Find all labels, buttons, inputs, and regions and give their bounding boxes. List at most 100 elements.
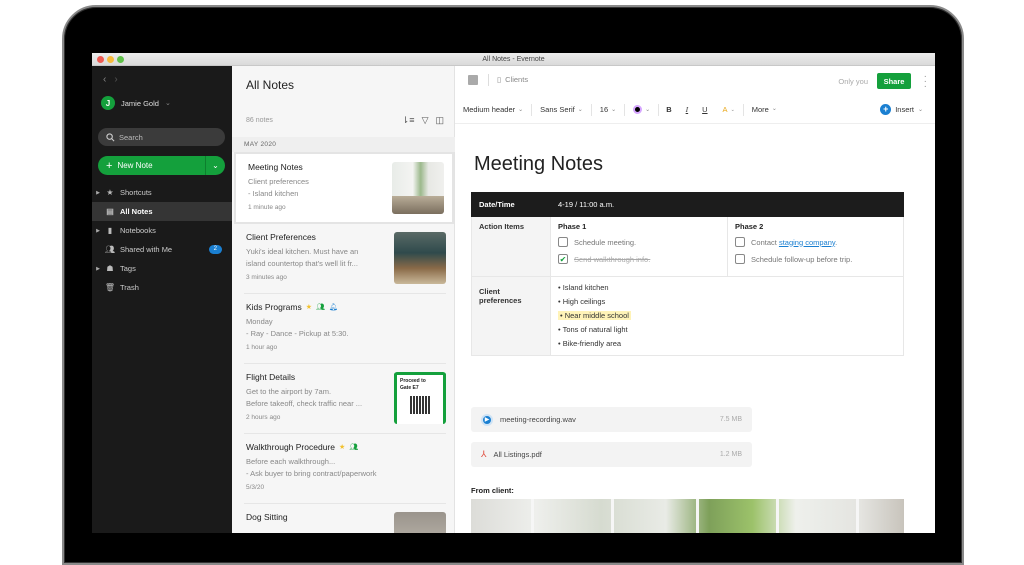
pdf-icon: ⅄ [481,449,487,459]
search-input[interactable]: Search [98,128,225,146]
more-options-icon[interactable]: · · · [924,72,927,92]
client-preferences-label: Client preferences [471,276,551,356]
note-table: Date/Time 4-19 / 11:00 a.m. Action Items… [471,192,904,356]
datetime-value[interactable]: 4-19 / 11:00 a.m. [550,192,904,217]
note-card[interactable]: Walkthrough Procedure ★ 👥︎ Before each w… [234,434,454,504]
sidebar-item-label: Shortcuts [120,188,152,197]
font-dropdown[interactable]: Sans Serif ⌄ [532,103,592,116]
sidebar-item-tags[interactable]: ▶ ☗ Tags [92,259,232,278]
new-note-button[interactable]: + New Note ⌄ [98,156,225,175]
sidebar-item-shared-with-me[interactable]: 👥︎ Shared with Me 2 [92,240,232,259]
italic-button[interactable]: I [679,105,696,114]
note-editor: ▯ Clients Only you Share · · · Medium heade… [455,66,935,533]
close-window-button[interactable] [97,56,104,63]
note-title[interactable]: Meeting Notes [474,153,603,176]
note-card-snippet: Yuki's ideal kitchen. Must have an [246,247,359,256]
ticket-text: Gate E7 [400,385,419,391]
note-card[interactable]: Flight Details Get to the airport by 7am… [234,364,454,434]
sidebar-item-label: Tags [120,264,136,273]
note-card-title: Flight Details [246,372,296,382]
formatting-toolbar: Medium header ⌄ Sans Serif ⌄ 16 ⌄ ⌄ B I U A… [455,96,935,124]
expand-arrow-icon[interactable]: ▶ [92,266,104,272]
note-card-title: Meeting Notes [248,162,303,172]
search-placeholder: Search [119,132,143,142]
from-client-label: From client: [471,486,514,495]
expand-arrow-icon[interactable]: ▶ [92,228,104,234]
more-dropdown[interactable]: More ⌄ [744,105,785,114]
checkbox[interactable] [735,237,745,247]
sidebar-item-all-notes[interactable]: ▤ All Notes [92,202,232,221]
note-card[interactable]: Meeting Notes Client preferences - Islan… [234,152,454,224]
color-swatch-icon [633,105,643,114]
chevron-down-icon: ⌄ [917,107,923,113]
note-list-title: All Notes [246,78,295,92]
share-button[interactable]: Share [877,73,911,89]
checklist-item[interactable]: Schedule meeting. [558,237,720,247]
note-icon: ▤ [106,207,114,216]
sidebar-item-notebooks[interactable]: ▶ ▮ Notebooks [92,221,232,240]
checklist-item[interactable]: Schedule follow-up before trip. [735,254,896,264]
text-color-dropdown[interactable]: ⌄ [625,103,660,116]
sidebar-item-shortcuts[interactable]: ▶ ★ Shortcuts [92,183,232,202]
view-options-icon[interactable]: ◫ [435,115,444,126]
note-card-snippet: Before each walkthrough... [246,457,336,466]
note-thumbnail [394,232,446,284]
checkbox-checked[interactable]: ✔ [558,254,568,264]
account-menu[interactable]: J Jamie Gold ⌄ [101,96,171,110]
highlight-button[interactable]: A ⌄ [715,103,744,116]
attachment-size: 1.2 MB [719,451,742,458]
sidebar-item-label: Shared with Me [120,245,173,254]
staging-company-link[interactable]: staging company [779,238,835,247]
note-card-time: 5/3/20 [246,484,265,491]
checklist-item[interactable]: ✔ Send walkthrough info. [558,254,720,264]
trash-icon: 🗑︎ [104,283,116,292]
sidebar-item-trash[interactable]: 🗑︎ Trash [92,278,232,297]
underline-button[interactable]: U [695,105,714,114]
forward-button[interactable]: › [114,74,125,85]
checkbox[interactable] [558,237,568,247]
font-size-dropdown[interactable]: 16 ⌄ [592,103,626,116]
attachment-size: 7.5 MB [719,416,742,423]
audio-play-icon[interactable]: ▶ [481,413,493,426]
action-items-label: Action Items [471,216,551,277]
new-note-dropdown[interactable]: ⌄ [205,156,225,175]
star-icon: ★ [106,188,114,197]
sidebar-item-label: Notebooks [120,226,156,235]
note-list-tools: ⇂≡ ▽ ◫ [402,115,444,126]
attachment-name: meeting-recording.wav [500,415,576,424]
datetime-label: Date/Time [471,192,551,217]
note-card[interactable]: Kids Programs ★ 👥︎ 🔔︎ Monday - Ray - Dan… [234,294,454,364]
insert-button[interactable]: + Insert ⌄ [880,104,923,115]
attachment-pdf[interactable]: ⅄ All Listings.pdf 1.2 MB [471,442,752,467]
checklist-item[interactable]: Contact staging company. [735,237,896,247]
sidebar-item-label: All Notes [120,207,153,216]
bold-button[interactable]: B [659,105,678,114]
note-card[interactable]: Client Preferences Yuki's ideal kitchen.… [234,224,454,294]
sort-icon[interactable]: ⇂≡ [402,115,415,126]
avatar: J [101,96,115,110]
title-bar: All Notes - Evernote [92,53,935,66]
back-button[interactable]: ‹ [103,74,114,85]
checkbox[interactable] [735,254,745,264]
new-note-label: New Note [117,161,153,170]
more-label: More [751,105,769,114]
editor-header: ▯ Clients Only you Share · · · [455,66,935,96]
maximize-window-button[interactable] [117,56,124,63]
notebook-selector[interactable]: ▯ Clients [497,75,528,84]
expand-arrow-icon[interactable]: ▶ [92,190,104,196]
expand-icon[interactable] [468,75,478,85]
minimize-window-button[interactable] [107,56,114,63]
list-item: • High ceilings [558,297,606,306]
boarding-pass-thumbnail: Proceed to Gate E7 [394,372,446,424]
notebook-name: Clients [505,75,529,84]
phase1-cell: Phase 1 Schedule meeting. ✔ Send walkthro… [550,216,728,277]
chevron-down-icon: ⌄ [611,107,617,113]
sidebar-item-label: Trash [120,283,139,292]
tag-icon: ☗ [106,264,114,273]
list-item-highlighted: • Near middle school [558,311,631,320]
filter-icon[interactable]: ▽ [422,115,429,126]
attachment-audio[interactable]: ▶ meeting-recording.wav 7.5 MB [471,407,752,432]
style-dropdown[interactable]: Medium header ⌄ [455,103,533,116]
highlight-icon: A [722,105,728,114]
client-photo[interactable] [471,499,904,533]
